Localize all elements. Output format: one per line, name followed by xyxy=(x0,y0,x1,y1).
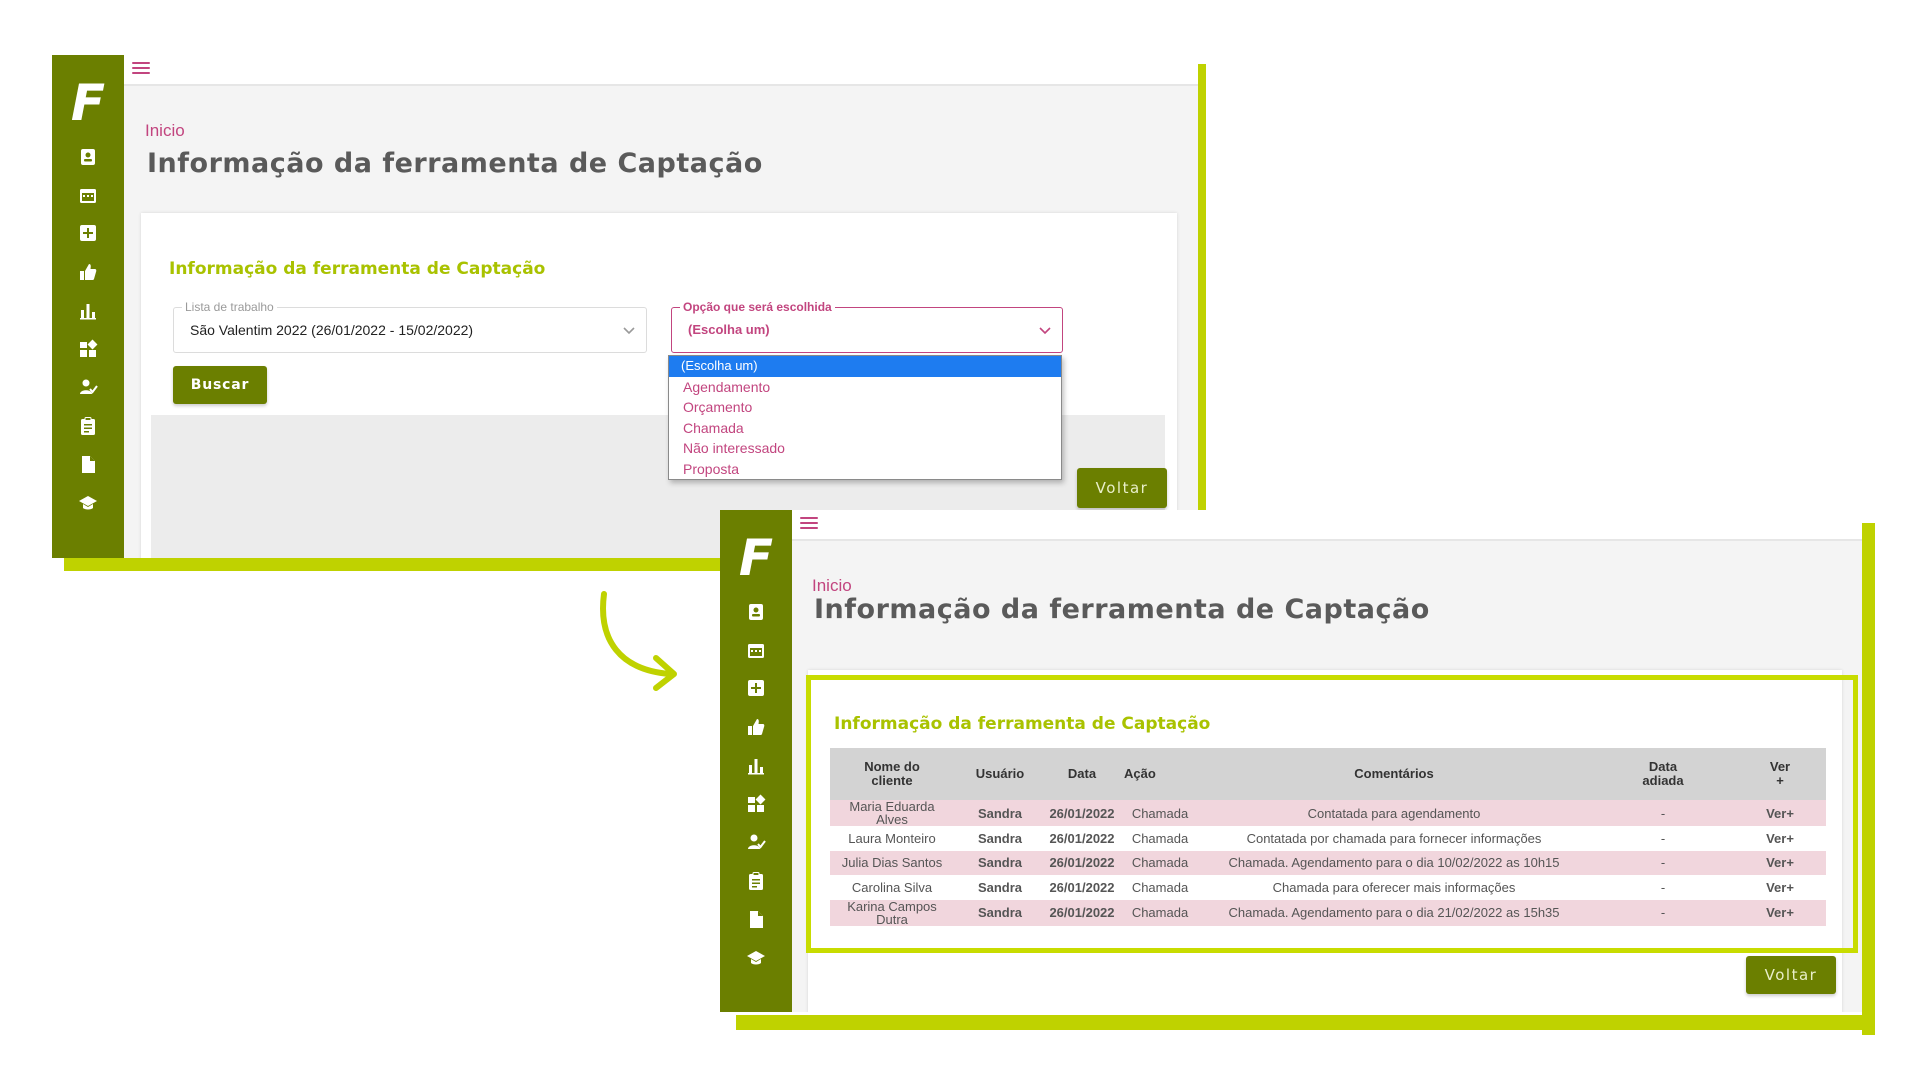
dropdown-option[interactable]: Orçamento xyxy=(669,397,1061,418)
dropdown-option[interactable]: Proposta xyxy=(669,459,1061,480)
add-box-icon[interactable] xyxy=(745,677,767,699)
card-title: Informação da ferramenta de Captação xyxy=(169,259,546,279)
bar-chart-icon[interactable] xyxy=(745,754,767,776)
thumbs-up-icon[interactable] xyxy=(745,716,767,738)
screen2-window: F Inicio Informação da ferramenta de Cap… xyxy=(720,510,1862,1012)
back-button[interactable]: Voltar xyxy=(1077,468,1167,508)
dropdown-option[interactable]: (Escolha um) xyxy=(669,356,1061,377)
user-check-icon[interactable] xyxy=(77,376,99,398)
transition-arrow-icon xyxy=(600,591,677,691)
work-list-value: São Valentim 2022 (26/01/2022 - 15/02/20… xyxy=(190,322,474,338)
page-title: Informação da ferramenta de Captação xyxy=(814,594,1430,625)
dashboard-icon[interactable] xyxy=(745,793,767,815)
sidebar: F xyxy=(52,55,124,558)
dashboard-icon[interactable] xyxy=(77,338,99,360)
user-check-icon[interactable] xyxy=(745,831,767,853)
menu-icon[interactable] xyxy=(132,62,150,78)
calendar-icon[interactable] xyxy=(77,184,99,206)
table-highlight-box xyxy=(806,675,1858,953)
screen1-accent-bottom xyxy=(64,558,732,571)
option-select[interactable]: Opção que será escolhida (Escolha um) xyxy=(671,300,1063,353)
document-icon[interactable] xyxy=(745,908,767,930)
option-select-value: (Escolha um) xyxy=(688,322,770,337)
graduation-cap-icon[interactable] xyxy=(77,492,99,514)
chevron-down-icon xyxy=(1038,322,1052,336)
add-box-icon[interactable] xyxy=(77,222,99,244)
dropdown-option[interactable]: Agendamento xyxy=(669,377,1061,398)
option-select-label: Opção que será escolhida xyxy=(680,300,835,314)
logo: F xyxy=(70,74,106,132)
screen1-window: F Inicio Informação da ferramenta de Cap… xyxy=(52,55,1198,558)
clipboard-icon[interactable] xyxy=(745,870,767,892)
dropdown-option[interactable]: Chamada xyxy=(669,418,1061,439)
screen2-accent-right xyxy=(1862,523,1875,1035)
sidebar: F xyxy=(720,510,792,1012)
option-dropdown-list: (Escolha um) Agendamento Orçamento Chamada N… xyxy=(668,355,1062,480)
work-list-select[interactable]: Lista de trabalho São Valentim 2022 (26/… xyxy=(173,300,647,353)
topbar xyxy=(124,55,1198,86)
clipboard-icon[interactable] xyxy=(77,415,99,437)
bar-chart-icon[interactable] xyxy=(77,299,99,321)
graduation-cap-icon[interactable] xyxy=(745,947,767,969)
chevron-down-icon xyxy=(622,322,636,336)
breadcrumb[interactable]: Inicio xyxy=(145,121,185,141)
thumbs-up-icon[interactable] xyxy=(77,261,99,283)
page-title: Informação da ferramenta de Captação xyxy=(147,148,763,179)
back-button[interactable]: Voltar xyxy=(1746,956,1836,994)
menu-icon[interactable] xyxy=(800,517,818,533)
search-button[interactable]: Buscar xyxy=(173,366,267,404)
dropdown-option[interactable]: Não interessado xyxy=(669,438,1061,459)
topbar xyxy=(792,510,1862,541)
calendar-icon[interactable] xyxy=(745,639,767,661)
contact-badge-icon[interactable] xyxy=(745,600,767,622)
tutorial-composite: F Inicio Informação da ferramenta de Cap… xyxy=(0,0,1920,1080)
contact-badge-icon[interactable] xyxy=(77,145,99,167)
breadcrumb[interactable]: Inicio xyxy=(812,576,852,596)
document-icon[interactable] xyxy=(77,453,99,475)
screen2-accent-bottom xyxy=(736,1015,1875,1030)
logo: F xyxy=(738,529,774,587)
work-list-label: Lista de trabalho xyxy=(182,300,277,314)
